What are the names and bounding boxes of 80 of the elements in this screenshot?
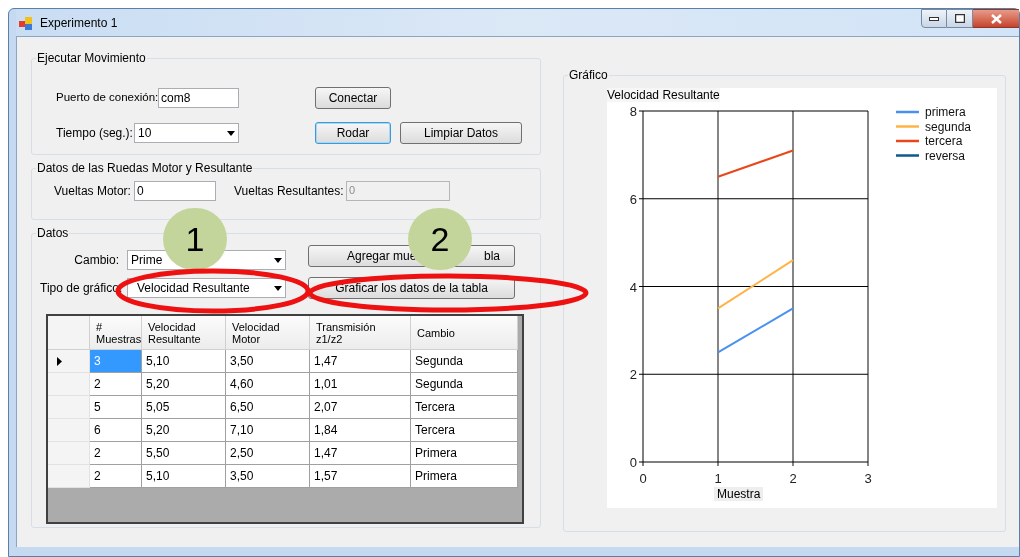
table-cell[interactable]: Primera	[411, 442, 518, 465]
table-cell[interactable]: 6,50	[226, 396, 310, 419]
column-header[interactable]: # Muestras	[90, 316, 142, 350]
table-cell[interactable]: 5,05	[142, 396, 226, 419]
run-button[interactable]: Rodar	[315, 122, 391, 144]
table-cell[interactable]: 3,50	[226, 465, 310, 488]
table-cell[interactable]: 1,01	[310, 373, 411, 396]
clear-button[interactable]: Limpiar Datos	[400, 122, 522, 144]
column-header[interactable]: Cambio	[411, 316, 518, 350]
x-tick-label: 3	[864, 471, 872, 486]
group-title: Datos de las Ruedas Motor y Resultante	[36, 160, 254, 177]
table-cell[interactable]: Segunda	[411, 373, 518, 396]
legend-label: segunda	[925, 119, 972, 134]
table-cell[interactable]: Tercera	[411, 419, 518, 442]
chart-type-dropdown[interactable]: Velocidad Resultante	[127, 278, 286, 298]
port-label: Puerto de conexión:	[56, 90, 158, 106]
column-header[interactable]: Transmisión z1/z2	[310, 316, 411, 350]
table-cell[interactable]: 5,50	[142, 442, 226, 465]
gear-label: Cambio:	[73, 252, 120, 269]
table-cell[interactable]: 2	[90, 465, 142, 488]
table-cell[interactable]: 6	[90, 419, 142, 442]
column-header[interactable]: Velocidad Resultante	[142, 316, 226, 350]
port-field[interactable]: com8	[158, 88, 239, 108]
minimize-icon	[929, 16, 939, 21]
table-cell[interactable]: 5,10	[142, 465, 226, 488]
table-cell[interactable]: 2,07	[310, 396, 411, 419]
table-cell[interactable]: 1,57	[310, 465, 411, 488]
table-cell[interactable]: 3,50	[226, 350, 310, 373]
table-cell[interactable]: 5,20	[142, 419, 226, 442]
table-cell[interactable]: 1,47	[310, 442, 411, 465]
dropdown-caret-icon	[274, 257, 282, 263]
maximize-icon	[954, 14, 965, 23]
table-cell[interactable]: 2	[90, 373, 142, 396]
legend-label: reversa	[925, 148, 965, 163]
connect-button[interactable]: Conectar	[315, 87, 391, 109]
x-tick-label: 0	[639, 471, 647, 486]
table-cell[interactable]: 7,10	[226, 419, 310, 442]
motor-turns-label: Vueltas Motor:	[54, 183, 132, 200]
y-tick-label: 8	[629, 104, 637, 119]
y-tick-label: 4	[629, 279, 637, 295]
group-title: Ejecutar Movimiento	[36, 50, 147, 67]
table-cell[interactable]: Primera	[411, 465, 518, 488]
close-icon	[990, 13, 1002, 24]
table-cell[interactable]: 1,84	[310, 419, 411, 442]
row-header[interactable]	[48, 350, 90, 373]
table-cell[interactable]: 1,47	[310, 350, 411, 373]
table-cell[interactable]: 5,10	[142, 350, 226, 373]
table-cell[interactable]: 5,20	[142, 373, 226, 396]
legend-label: tercera	[925, 134, 963, 148]
dropdown-caret-icon	[227, 130, 235, 136]
x-axis-title: Muestra	[714, 487, 764, 501]
minimize-button[interactable]	[921, 9, 947, 28]
maximize-button[interactable]	[947, 9, 973, 28]
group-title: Gráfico	[568, 67, 609, 84]
result-turns-label: Vueltas Resultantes:	[234, 183, 345, 200]
y-tick-label: 6	[629, 191, 637, 207]
time-dropdown[interactable]: 10	[134, 123, 239, 143]
group-title: Datos	[36, 225, 70, 242]
legend-label: primera	[925, 105, 966, 119]
app-icon	[18, 14, 34, 31]
table-cell[interactable]: 2	[90, 442, 142, 465]
window-title: Experimento 1	[40, 14, 118, 32]
table-cell[interactable]: 4,60	[226, 373, 310, 396]
table-cell[interactable]: 2,50	[226, 442, 310, 465]
column-header[interactable]: Velocidad Motor	[226, 316, 310, 350]
table-cell[interactable]: Segunda	[411, 350, 518, 373]
y-tick-label: 0	[629, 455, 637, 470]
dropdown-caret-icon	[274, 285, 282, 291]
current-row-icon	[57, 356, 62, 366]
data-grid[interactable]	[46, 314, 524, 524]
y-axis-title: Velocidad Resultante	[607, 88, 720, 102]
table-cell[interactable]: Tercera	[411, 396, 518, 419]
motor-turns-field[interactable]: 0	[134, 181, 216, 201]
x-tick-label: 1	[714, 471, 722, 486]
x-tick-label: 2	[789, 471, 797, 486]
y-tick-label: 2	[629, 367, 637, 383]
row-header-corner	[48, 316, 90, 350]
close-button[interactable]	[973, 9, 1019, 28]
time-label: Tiempo (seg.):	[56, 125, 134, 142]
table-cell[interactable]: 5	[90, 396, 142, 419]
